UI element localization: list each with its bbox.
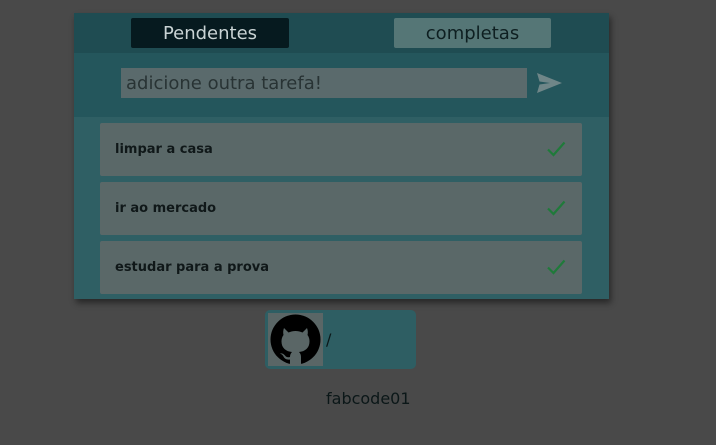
add-task-button[interactable] xyxy=(534,67,564,99)
tab-pending[interactable]: Pendentes xyxy=(131,18,289,48)
tab-completed[interactable]: completas xyxy=(394,18,551,48)
todo-app: Pendentes completas limpar a casa ir ao … xyxy=(74,13,609,299)
task-list: limpar a casa ir ao mercado estudar para… xyxy=(100,123,582,300)
send-arrow-icon xyxy=(536,73,562,93)
task-label: ir ao mercado xyxy=(115,201,217,216)
tab-bar: Pendentes completas xyxy=(74,13,609,53)
github-icon xyxy=(270,314,321,365)
new-task-bar xyxy=(74,53,609,117)
check-icon[interactable] xyxy=(546,199,566,217)
github-link[interactable]: / fabcode01 xyxy=(265,310,416,408)
task-label: estudar para a prova xyxy=(115,260,270,275)
task-label: limpar a casa xyxy=(115,142,213,157)
check-icon[interactable] xyxy=(546,140,566,158)
github-logo-box xyxy=(268,313,323,366)
task-item[interactable]: estudar para a prova xyxy=(100,241,582,294)
task-item[interactable]: ir ao mercado xyxy=(100,182,582,235)
new-task-input[interactable] xyxy=(121,68,527,98)
task-item[interactable]: limpar a casa xyxy=(100,123,582,176)
check-icon[interactable] xyxy=(546,258,566,276)
github-username: / fabcode01 xyxy=(326,330,411,408)
